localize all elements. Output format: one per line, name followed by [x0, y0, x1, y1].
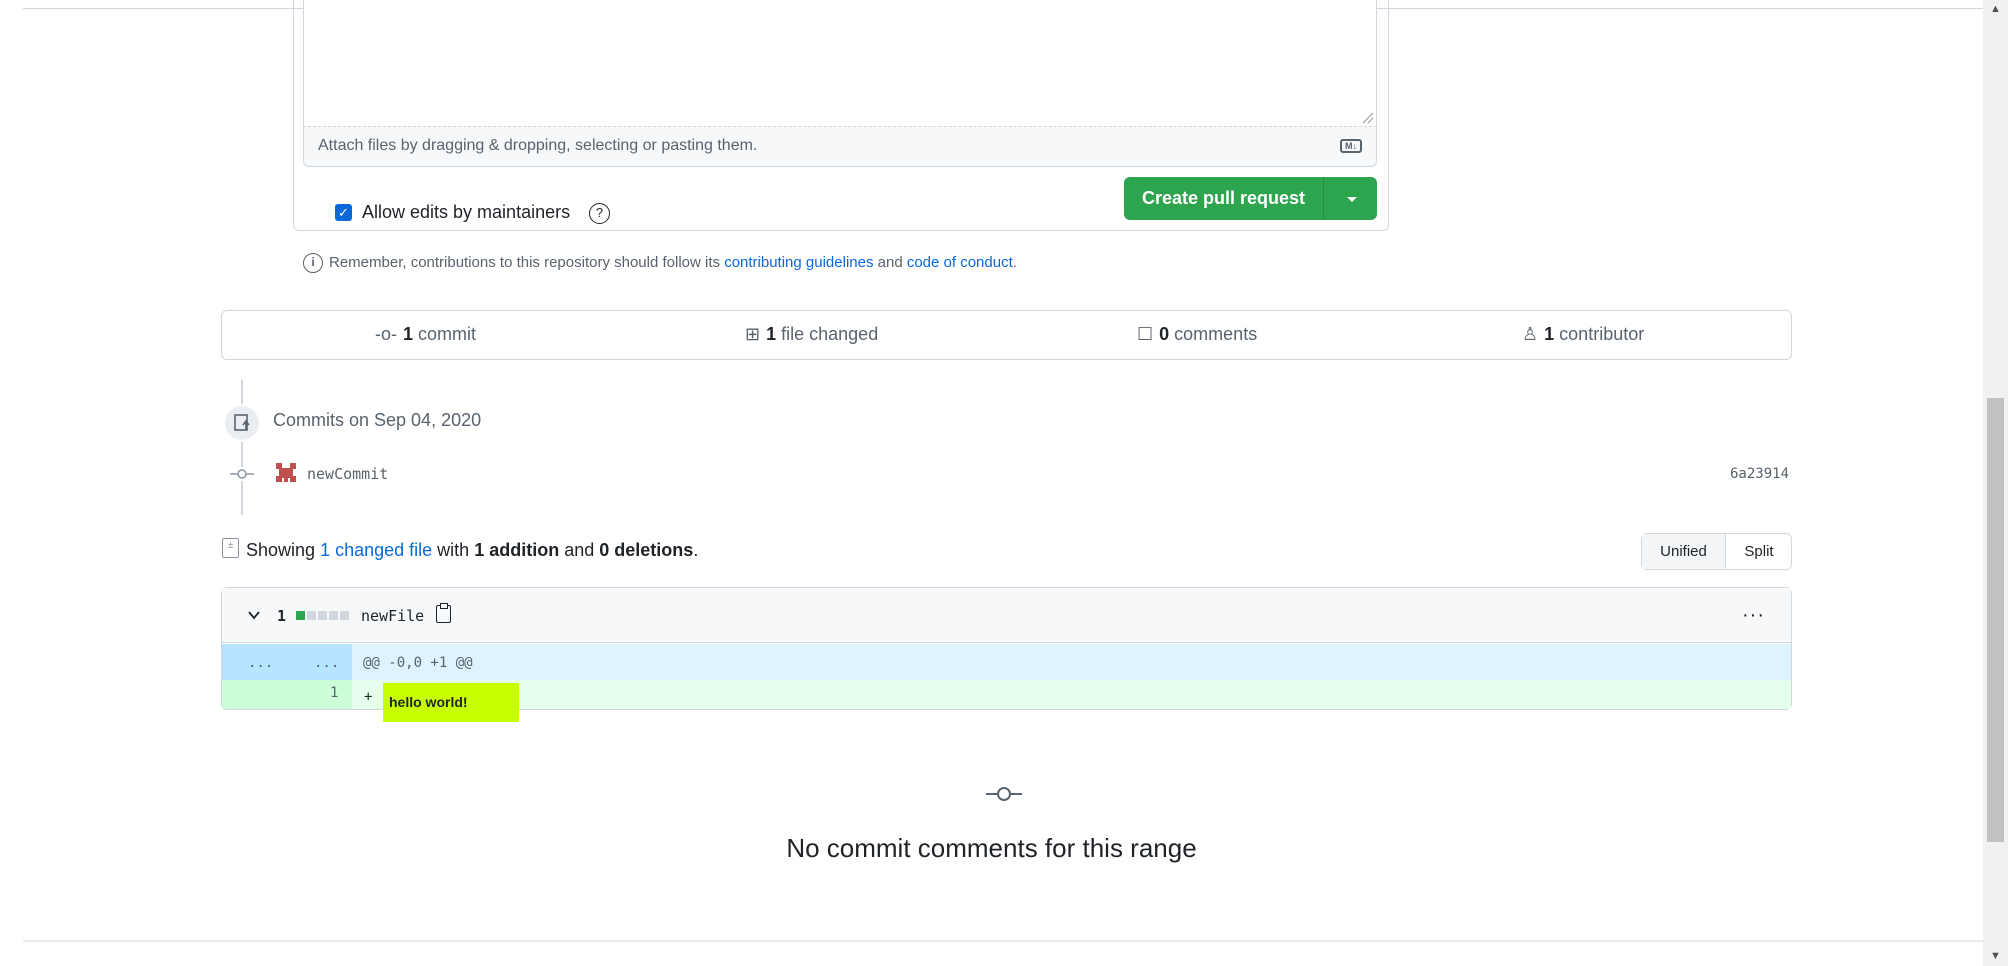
- commit-sha-link[interactable]: 6a23914: [1730, 466, 1789, 482]
- summary-end: .: [693, 540, 699, 560]
- diffstat-block-added: [296, 611, 305, 620]
- reminder-suffix: .: [1012, 254, 1017, 271]
- code-of-conduct-link[interactable]: code of conduct: [907, 254, 1013, 271]
- avatar[interactable]: [274, 461, 298, 485]
- git-commit-icon: -o-: [375, 324, 397, 344]
- summary-showing: Showing: [246, 540, 316, 560]
- commits-count: 1: [403, 324, 414, 344]
- allow-edits-label[interactable]: Allow edits by maintainers: [362, 202, 570, 223]
- bottom-divider: [23, 940, 1983, 942]
- added-code-line: hello world!: [389, 694, 468, 710]
- markdown-icon[interactable]: M↓: [1340, 139, 1362, 153]
- create-options-dropdown-button[interactable]: [1323, 177, 1377, 220]
- files-changed-tab[interactable]: ⊞ 1 file changed: [745, 324, 878, 345]
- reminder-prefix: Remember, contributions to this reposito…: [329, 254, 721, 271]
- comment-icon: ☐: [1137, 324, 1154, 344]
- allow-edits-checkbox[interactable]: ✓: [335, 204, 352, 221]
- line-number[interactable]: 1: [330, 685, 338, 701]
- comments-tab[interactable]: ☐ 0 comments: [1137, 324, 1257, 345]
- changed-file-link[interactable]: 1 changed file: [320, 540, 432, 560]
- create-pull-request-button[interactable]: Create pull request: [1124, 177, 1323, 220]
- summary-and: and: [564, 540, 595, 560]
- contribution-reminder: Remember, contributions to this reposito…: [329, 254, 1017, 271]
- copy-icon[interactable]: [436, 603, 451, 623]
- commit-message-link[interactable]: newCommit: [307, 465, 388, 483]
- info-icon: i: [303, 253, 323, 273]
- deletions-count: 0 deletions: [599, 540, 694, 560]
- diffstat-block-neutral: [340, 611, 349, 620]
- split-view-button[interactable]: Split: [1727, 534, 1791, 569]
- commits-tab[interactable]: -o- 1 commit: [375, 324, 476, 345]
- commits-label: commit: [418, 324, 477, 344]
- git-commit-icon: [986, 787, 1022, 801]
- hunk-right-dots[interactable]: ...: [314, 655, 339, 671]
- chevron-down-icon[interactable]: [248, 609, 260, 621]
- file-diff-icon: ±: [222, 538, 239, 558]
- scrollbar-thumb[interactable]: [1987, 398, 2004, 842]
- kebab-horizontal-icon[interactable]: ···: [1742, 604, 1765, 627]
- comments-label: comments: [1174, 324, 1258, 344]
- files-label: file changed: [781, 324, 879, 344]
- commit-timeline: [241, 380, 243, 515]
- diffstat-block-neutral: [307, 611, 316, 620]
- file-header: [222, 588, 1791, 643]
- hunk-left-dots[interactable]: ...: [248, 655, 273, 671]
- commits-date-heading: Commits on Sep 04, 2020: [273, 410, 482, 430]
- repo-push-icon: [223, 404, 261, 442]
- contributors-label: contributor: [1559, 324, 1645, 344]
- contributors-count: 1: [1544, 324, 1555, 344]
- diffstat-block-neutral: [329, 611, 338, 620]
- diff-summary: Showing 1 changed file with 1 addition a…: [246, 540, 698, 561]
- git-commit-icon: [230, 467, 254, 481]
- question-icon[interactable]: ?: [589, 203, 610, 224]
- diffstat-block-neutral: [318, 611, 327, 620]
- scroll-down-arrow-icon[interactable]: ▼: [1988, 949, 2003, 964]
- unified-view-button[interactable]: Unified: [1642, 534, 1726, 569]
- comments-count: 0: [1159, 324, 1170, 344]
- contributors-tab[interactable]: ♙ 1 contributor: [1522, 324, 1644, 345]
- no-comments-message: No commit comments for this range: [786, 833, 1197, 863]
- people-icon: ♙: [1522, 324, 1539, 344]
- contributing-guidelines-link[interactable]: contributing guidelines: [724, 254, 873, 271]
- scroll-up-arrow-icon[interactable]: ▲: [1988, 2, 2003, 17]
- addition-sign: +: [364, 689, 373, 705]
- file-name-link[interactable]: newFile: [361, 607, 424, 625]
- hunk-header: @@ -0,0 +1 @@: [363, 655, 473, 671]
- reminder-and: and: [877, 254, 903, 271]
- file-diff-icon: ⊞: [745, 324, 761, 344]
- additions-count: 1 addition: [474, 540, 560, 560]
- summary-with: with: [437, 540, 470, 560]
- files-count: 1: [766, 324, 777, 344]
- file-change-count: 1: [277, 607, 287, 625]
- resize-grip-icon[interactable]: [1362, 112, 1374, 124]
- attach-files-hint: Attach files by dragging & dropping, sel…: [318, 137, 758, 154]
- pr-description-textarea[interactable]: [303, 0, 1377, 127]
